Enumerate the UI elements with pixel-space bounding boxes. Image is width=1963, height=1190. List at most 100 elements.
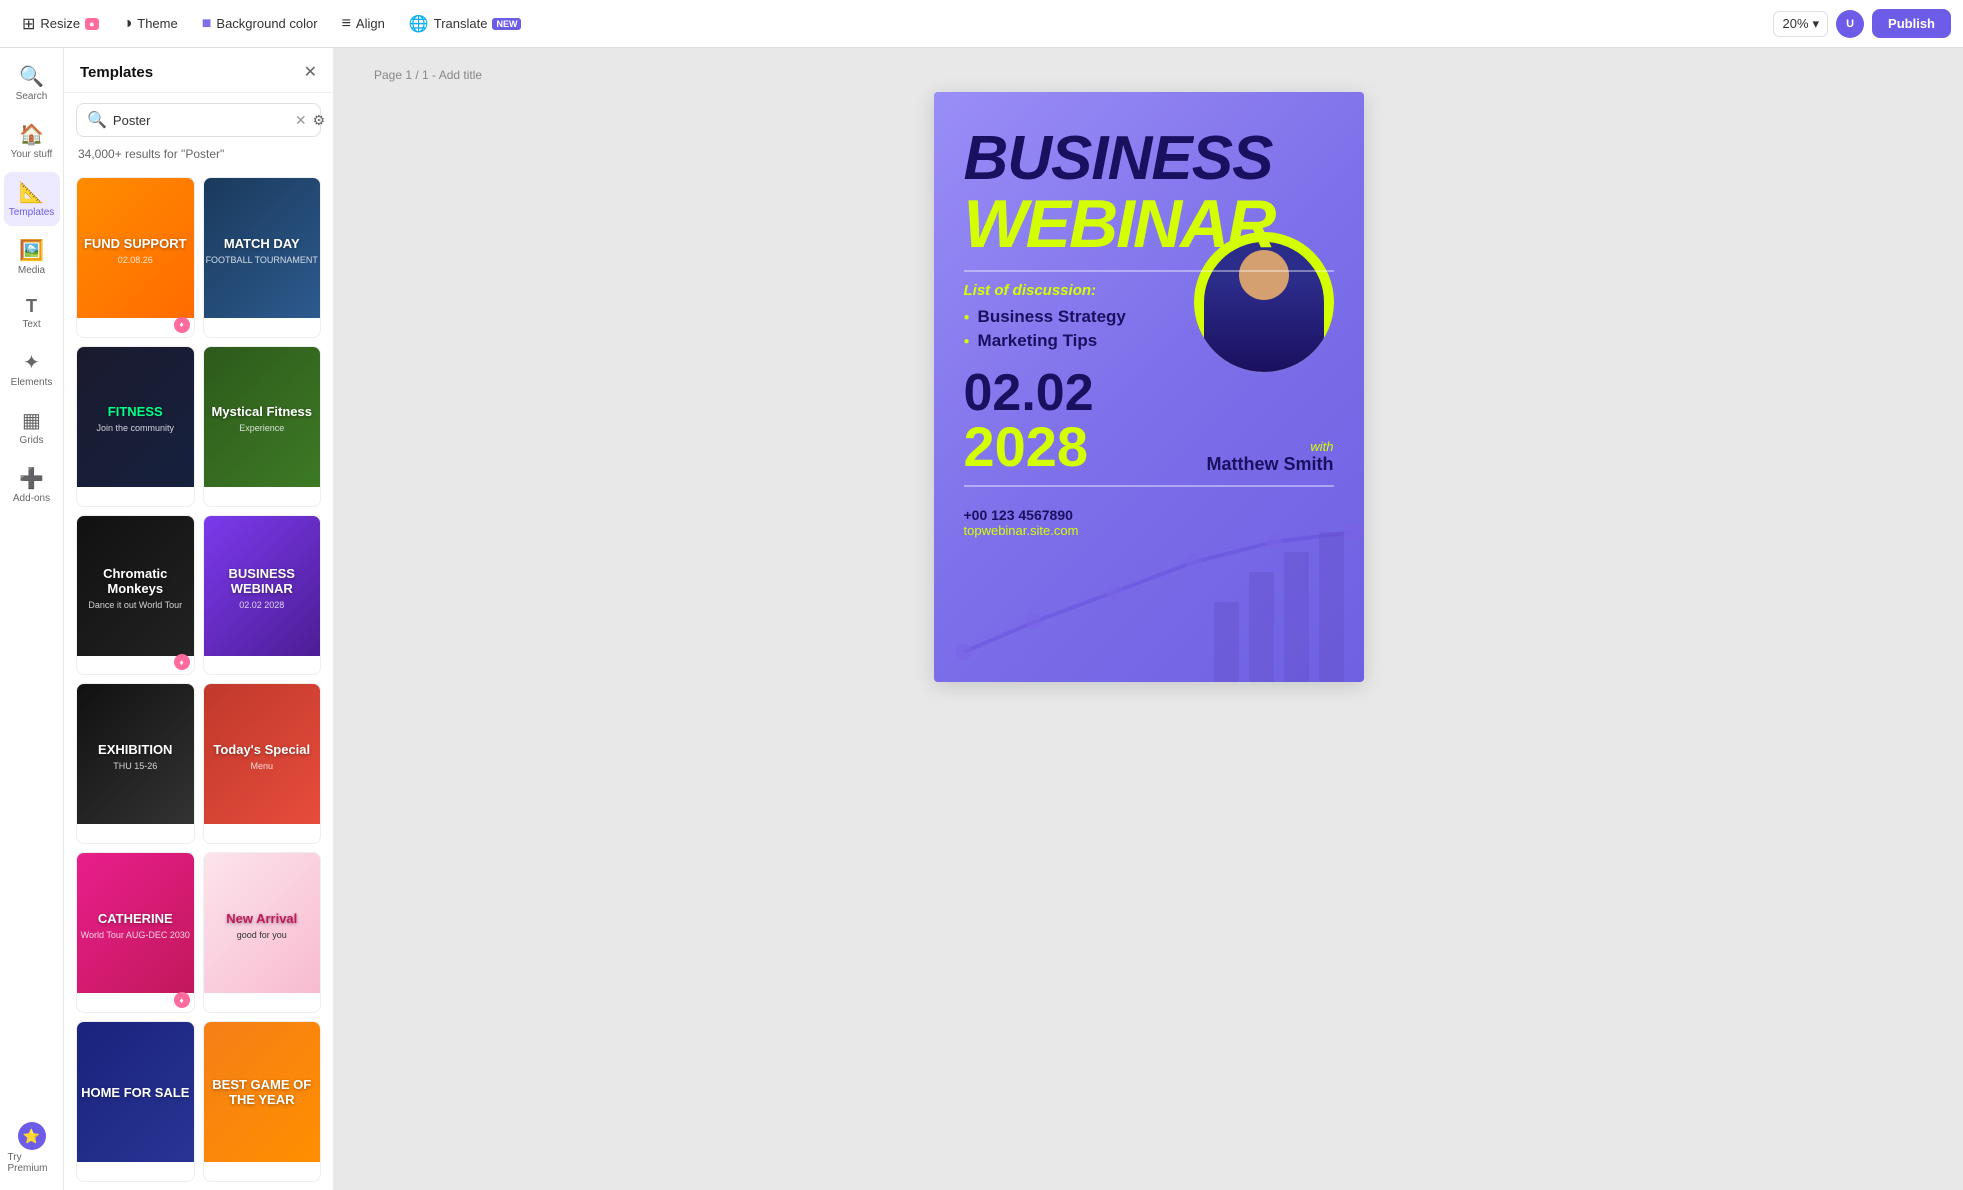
results-count: 34,000+ results for "Poster" (64, 143, 333, 169)
sidebar-item-try-premium[interactable]: ⭐ Try Premium (4, 1114, 60, 1182)
poster-phone: +00 123 4567890 (964, 507, 1334, 523)
theme-button[interactable]: ◑ Theme (113, 9, 188, 39)
page-label: Page 1 / 1 - Add title (374, 68, 482, 82)
sidebar-item-label: Grids (20, 435, 44, 446)
chevron-down-icon: ▾ (1813, 16, 1820, 32)
theme-label: Theme (137, 16, 177, 31)
sidebar-icons: 🔍 Search 🏠 Your stuff 📐 Templates 🖼️ Med… (0, 48, 64, 1190)
template-card-best-game[interactable]: BEST GAME OF THE YEAR (203, 1021, 322, 1182)
sidebar-item-label: Add-ons (13, 493, 50, 504)
toolbar: ⊞ Resize ● ◑ Theme ■ Background color ≡ … (0, 0, 1963, 48)
template-card-sub: Join the community (96, 423, 174, 433)
template-card-business-webinar[interactable]: BUSINESS WEBINAR 02.02 2028 (203, 515, 322, 676)
template-card-fund-support[interactable]: FUND SUPPORT 02.08.26 (76, 177, 195, 338)
background-color-icon: ■ (202, 15, 212, 33)
template-search-box: 🔍 ✕ ⚙ (76, 103, 321, 137)
resize-button[interactable]: ⊞ Resize ● (12, 8, 109, 40)
sidebar-item-label: Text (22, 319, 40, 330)
template-card-catherine[interactable]: CATHERINE World Tour AUG-DEC 2030 (76, 852, 195, 1013)
background-color-button[interactable]: ■ Background color (192, 9, 328, 39)
main-area: 🔍 Search 🏠 Your stuff 📐 Templates 🖼️ Med… (0, 48, 1963, 1190)
media-icon: 🖼️ (19, 238, 44, 263)
template-card-sub: Menu (250, 761, 273, 771)
align-icon: ≡ (342, 15, 351, 33)
translate-button[interactable]: 🌐 Translate NEW (399, 8, 532, 40)
premium-badge (174, 654, 190, 670)
templates-grid: FUND SUPPORT 02.08.26 MATCH DAY FOOTBALL… (64, 169, 333, 1190)
template-card-sub: World Tour AUG-DEC 2030 (81, 930, 190, 940)
search-icon: 🔍 (87, 110, 107, 130)
sidebar-item-text[interactable]: T Text (4, 288, 60, 338)
template-card-label: BUSINESS WEBINAR (204, 562, 321, 600)
poster-speaker-name: Matthew Smith (1206, 454, 1333, 475)
search-icon: 🔍 (19, 64, 44, 89)
template-card-sub: Experience (239, 423, 284, 433)
clear-search-button[interactable]: ✕ (295, 112, 307, 129)
template-card-sub: FOOTBALL TOURNAMENT (206, 255, 318, 265)
translate-icon: 🌐 (409, 14, 429, 34)
filter-button[interactable]: ⚙ (313, 112, 326, 129)
add-ons-icon: ➕ (19, 466, 44, 491)
template-card-label: EXHIBITION (94, 738, 176, 761)
templates-panel-title: Templates (80, 64, 153, 81)
template-card-chromatic-monkeys[interactable]: Chromatic Monkeys Dance it out World Tou… (76, 515, 195, 676)
template-card-label: Mystical Fitness (208, 400, 316, 423)
template-card-exhibition[interactable]: EXHIBITION THU 15-26 (76, 683, 195, 844)
template-card-home-sale[interactable]: HOME FOR SALE (76, 1021, 195, 1182)
template-card-label: Today's Special (209, 738, 314, 761)
sidebar-item-label: Templates (9, 207, 55, 218)
sidebar-item-add-ons[interactable]: ➕ Add-ons (4, 458, 60, 512)
premium-badge (174, 317, 190, 333)
avatar: U (1836, 10, 1864, 38)
align-button[interactable]: ≡ Align (332, 9, 395, 39)
template-card-sub: 02.08.26 (118, 255, 153, 265)
sidebar-item-templates[interactable]: 📐 Templates (4, 172, 60, 226)
poster-date-block: 02.02 2028 (964, 367, 1094, 475)
zoom-control[interactable]: 20% ▾ (1773, 11, 1828, 37)
close-panel-button[interactable]: ✕ (304, 62, 317, 82)
sidebar-item-label: Your stuff (11, 149, 53, 160)
template-card-mystical[interactable]: Mystical Fitness Experience (203, 346, 322, 507)
template-card-label: HOME FOR SALE (77, 1081, 193, 1104)
template-card-fitness-dark[interactable]: FITNESS Join the community (76, 346, 195, 507)
poster-title-line1: BUSINESS (964, 128, 1334, 190)
poster-content: BUSINESS WEBINAR List of discussion: Bus… (964, 128, 1334, 538)
sidebar-item-your-stuff[interactable]: 🏠 Your stuff (4, 114, 60, 168)
templates-icon: 📐 (19, 180, 44, 205)
translate-label: Translate (434, 16, 488, 31)
home-icon: 🏠 (19, 122, 44, 147)
template-card-sub: THU 15-26 (113, 761, 157, 771)
template-card-label: FUND SUPPORT (80, 232, 191, 255)
canvas-area: Page 1 / 1 - Add title BUSINESS WEBINAR … (334, 48, 1963, 1190)
template-card-label: CATHERINE (94, 907, 177, 930)
template-card-label: Chromatic Monkeys (77, 562, 194, 600)
poster-website: topwebinar.site.com (964, 523, 1334, 538)
toolbar-right: 20% ▾ U Publish (1773, 9, 1951, 38)
poster[interactable]: BUSINESS WEBINAR List of discussion: Bus… (934, 92, 1364, 682)
template-search-input[interactable] (113, 113, 289, 128)
sidebar-item-elements[interactable]: ✦ Elements (4, 342, 60, 396)
template-card-sub: good for you (237, 930, 287, 940)
template-card-new-arrival[interactable]: New Arrival good for you (203, 852, 322, 1013)
theme-icon: ◑ (123, 15, 133, 33)
sidebar-item-grids[interactable]: ▦ Grids (4, 400, 60, 454)
list-item: Business Strategy (964, 307, 1334, 327)
template-card-label: MATCH DAY (220, 232, 304, 255)
poster-date-day: 02.02 (964, 367, 1094, 419)
align-label: Align (356, 16, 385, 31)
sidebar-item-media[interactable]: 🖼️ Media (4, 230, 60, 284)
premium-badge (174, 992, 190, 1008)
poster-with-label: with (1206, 439, 1333, 454)
zoom-level: 20% (1782, 16, 1808, 31)
template-card-special-menu[interactable]: Today's Special Menu (203, 683, 322, 844)
template-card-label: BEST GAME OF THE YEAR (204, 1073, 321, 1111)
template-card-match-day[interactable]: MATCH DAY FOOTBALL TOURNAMENT (203, 177, 322, 338)
background-color-label: Background color (216, 16, 317, 31)
template-card-sub: 02.02 2028 (239, 600, 284, 610)
publish-button[interactable]: Publish (1872, 9, 1951, 38)
sidebar-item-label: Search (16, 91, 48, 102)
poster-contact: +00 123 4567890 topwebinar.site.com (964, 507, 1334, 538)
sidebar-item-label: Try Premium (8, 1152, 56, 1174)
sidebar-item-search[interactable]: 🔍 Search (4, 56, 60, 110)
text-icon: T (26, 296, 37, 317)
